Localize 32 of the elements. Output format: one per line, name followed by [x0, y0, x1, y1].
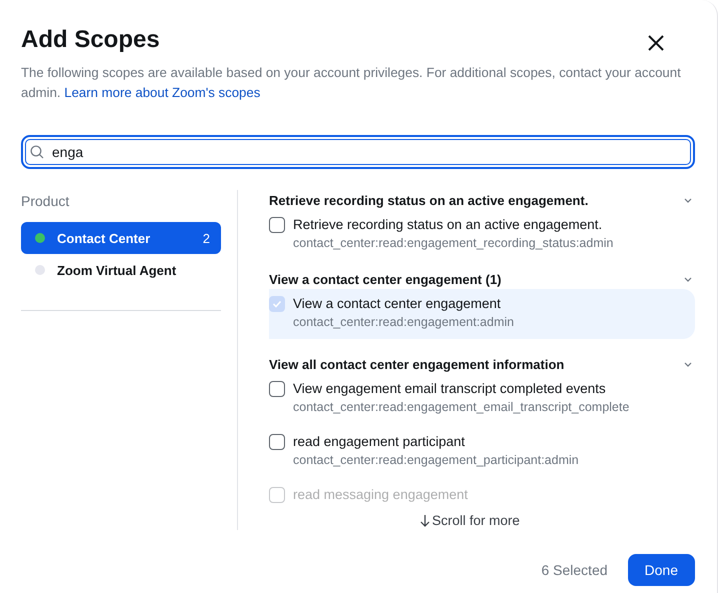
scroll-hint: Scroll for more — [432, 513, 520, 528]
scope-name: read messaging engagement — [293, 486, 468, 504]
product-name: Zoom Virtual Agent — [57, 262, 178, 278]
sidebar-heading: Product — [21, 192, 70, 209]
product-item[interactable]: Contact Center 2 — [21, 222, 221, 254]
group-title: Retrieve recording status on an active engagement. — [269, 192, 588, 208]
scope-name: View engagement email transcript completed events — [293, 380, 607, 398]
scope-code: contact_center:read:engagement_recording_status:admin — [293, 235, 614, 252]
group-title: View a contact center engagement (1) — [269, 272, 502, 286]
done-button[interactable]: Done — [628, 554, 695, 586]
checkbox[interactable] — [269, 381, 285, 397]
scope-name: View a contact center engagement — [293, 295, 502, 313]
down-arrow-icon — [419, 514, 431, 528]
close-icon[interactable] — [646, 33, 666, 53]
scope-code: contact_center:read:engagement_participant:admin — [293, 452, 579, 469]
scope-code: contact_center:read:engagement:admin — [293, 314, 514, 331]
search-field[interactable]: enga — [21, 135, 695, 169]
scope-count: 2 — [202, 230, 210, 246]
checkbox[interactable] — [269, 434, 285, 450]
product-item[interactable]: Zoom Virtual Agent — [21, 254, 221, 286]
group-title: View all contact center engagement information — [269, 356, 564, 372]
checkmark-icon — [272, 299, 282, 309]
scope-code: contact_center:read:engagement_email_transcript_complete — [293, 399, 630, 416]
search-icon — [30, 145, 44, 159]
selected-count: 6 Selected — [541, 562, 608, 578]
checkbox[interactable] — [269, 217, 285, 233]
dialog-title: Add Scopes — [21, 25, 160, 54]
product-name: Contact Center — [57, 230, 152, 246]
scope-name: read engagement participant — [293, 433, 466, 451]
dialog-description: The following scopes are available based on your account privileges. For additional scopes, contact your account admin. Learn more about Zoom's scopes — [21, 64, 682, 102]
scope-name: Retrieve recording status on an active engagement. — [293, 216, 604, 234]
learn-more-link[interactable]: Learn more about Zoom's scopes — [64, 85, 260, 100]
